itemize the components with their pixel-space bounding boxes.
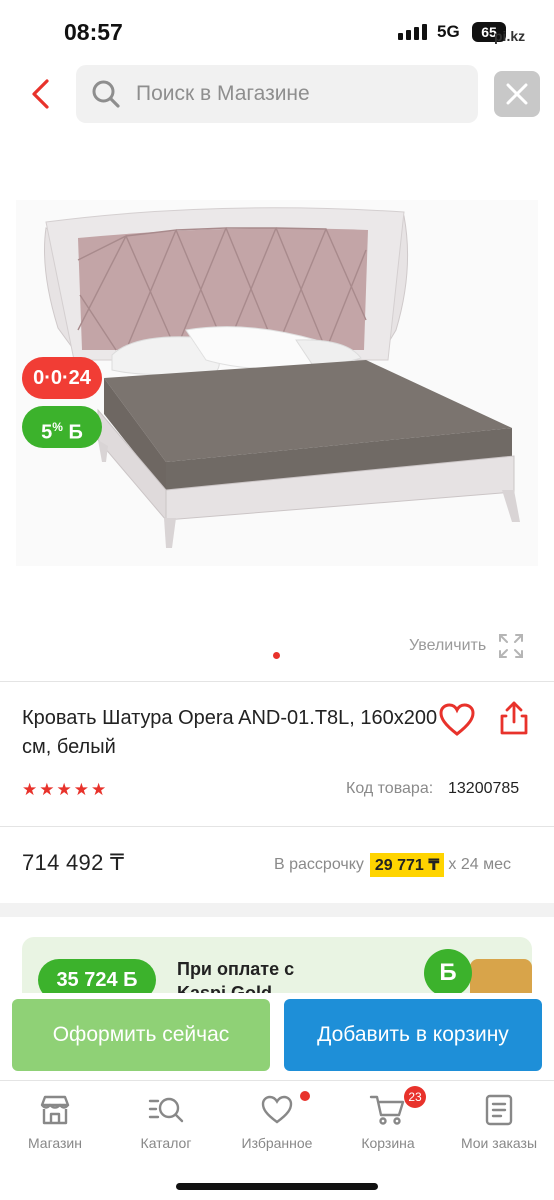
tab-label: Каталог: [140, 1135, 192, 1151]
promo-text: При оплате с Kaspi Gold: [177, 957, 294, 993]
tab-orders[interactable]: Мои заказы: [444, 1091, 554, 1151]
chevron-left-icon: [32, 79, 49, 109]
star-icon: ★: [91, 780, 107, 799]
signal-icon: [398, 24, 427, 40]
share-icon: [500, 701, 528, 735]
divider: [0, 826, 554, 827]
search-placeholder: Поиск в Магазине: [136, 82, 310, 105]
installment-label: В рассрочку: [274, 856, 364, 873]
network-type: 5G: [437, 22, 460, 41]
store-icon: [0, 1091, 110, 1129]
tab-label: Корзина: [361, 1135, 415, 1151]
bonus-letter: Б: [68, 421, 83, 444]
installment-term: x 24 мес: [448, 856, 511, 873]
tab-label: Избранное: [241, 1135, 313, 1151]
action-bar: Оформить сейчас Добавить в корзину: [0, 993, 554, 1080]
orders-icon: [444, 1091, 554, 1129]
star-icon: ★: [56, 780, 72, 799]
cart-icon: [333, 1091, 443, 1129]
star-icon: ★: [22, 780, 38, 799]
search-icon: [90, 78, 122, 110]
bonus-amount-pill: 35 724 Б: [38, 959, 156, 993]
promo-line2: Kaspi Gold: [177, 983, 273, 993]
back-button[interactable]: [20, 76, 60, 112]
search-input[interactable]: Поиск в Магазине: [76, 65, 478, 123]
favorite-button[interactable]: [438, 702, 476, 738]
zoom-button[interactable]: Увеличить: [409, 633, 524, 659]
heart-icon: [439, 703, 475, 736]
bonus-badge: 5% Б: [22, 406, 102, 448]
rating-stars[interactable]: ★ ★ ★ ★ ★: [22, 780, 106, 800]
installment-badge: 0·0·24: [22, 357, 102, 399]
product-title: Кровать Шатура Opera AND-01.T8L, 160x200…: [22, 707, 438, 758]
bonus-value: 5: [41, 421, 53, 444]
card-icon: [470, 959, 532, 993]
favorites-notification-dot: [300, 1091, 310, 1101]
sku-label: Код товара:: [346, 780, 434, 797]
divider: [0, 681, 554, 682]
home-indicator: [176, 1183, 378, 1190]
gallery-page-indicator: [273, 652, 280, 659]
close-icon: [506, 83, 528, 105]
catalog-search-icon: [111, 1091, 221, 1129]
expand-icon: [499, 634, 524, 658]
close-button[interactable]: [494, 71, 540, 117]
tab-store[interactable]: Магазин: [0, 1091, 110, 1151]
status-bar: 08:57 5G 65 pi.kz: [0, 0, 554, 62]
share-button[interactable]: [498, 700, 530, 736]
tab-label: Мои заказы: [460, 1135, 538, 1151]
cart-count-badge: 23: [404, 1086, 426, 1108]
star-icon: ★: [39, 780, 55, 799]
section-separator: [0, 903, 554, 917]
tab-favorites[interactable]: Избранное: [222, 1091, 332, 1151]
star-icon: ★: [73, 780, 89, 799]
watermark: pi.kz: [494, 28, 526, 44]
tab-cart[interactable]: Корзина: [333, 1091, 443, 1151]
sku-value: 13200785: [448, 780, 520, 797]
zoom-label: Увеличить: [409, 637, 487, 654]
promo-line1: При оплате с: [177, 959, 295, 979]
installment-amount: 29 771 ₸: [369, 853, 445, 877]
kaspi-gold-promo[interactable]: 35 724 Б При оплате с Kaspi Gold Б: [22, 937, 532, 993]
product-price: 714 492 ₸: [22, 850, 125, 875]
status-time: 08:57: [64, 19, 123, 45]
bonus-percent: %: [52, 420, 63, 434]
buy-now-button[interactable]: Оформить сейчас: [12, 999, 270, 1071]
installment-info[interactable]: В рассрочку 29 771 ₸ x 24 мес: [274, 853, 511, 877]
search-header: Поиск в Магазине: [0, 62, 554, 126]
bottom-tab-bar: Магазин Каталог Избранное Корзина Мои за…: [0, 1080, 554, 1200]
add-to-cart-button[interactable]: Добавить в корзину: [284, 999, 542, 1071]
bonus-coin-icon: Б: [424, 949, 472, 993]
tab-label: Магазин: [27, 1135, 82, 1151]
tab-catalog[interactable]: Каталог: [111, 1091, 221, 1151]
heart-icon: [222, 1091, 332, 1129]
